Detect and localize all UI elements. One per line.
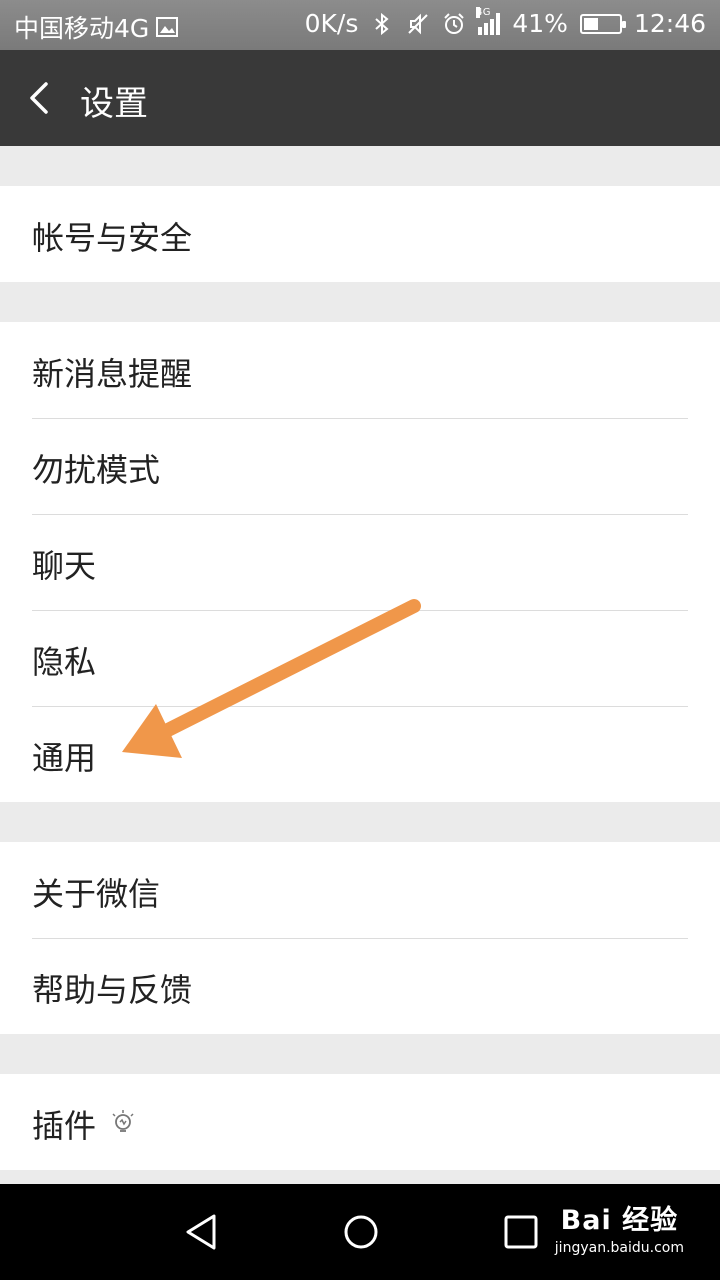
settings-group-account: 帐号与安全 xyxy=(0,186,720,282)
network-speed: 0K/s xyxy=(304,9,359,38)
lightbulb-icon xyxy=(112,1110,134,1132)
settings-group-main: 新消息提醒 勿扰模式 聊天 隐私 通用 xyxy=(0,322,720,802)
settings-item-label: 帐号与安全 xyxy=(32,219,193,257)
system-nav-bar: Bai 经验 jingyan.baidu.com xyxy=(0,1184,720,1280)
settings-item-account-security[interactable]: 帐号与安全 xyxy=(0,186,720,282)
settings-item-chat[interactable]: 聊天 xyxy=(0,514,720,610)
settings-item-label: 新消息提醒 xyxy=(32,355,193,393)
settings-item-plugins[interactable]: 插件 xyxy=(0,1074,720,1170)
settings-item-label: 插件 xyxy=(32,1107,97,1145)
watermark: Bai 经验 jingyan.baidu.com xyxy=(555,1198,684,1256)
bluetooth-icon xyxy=(375,12,389,35)
battery-icon xyxy=(579,13,626,34)
clock: 12:46 xyxy=(633,9,706,38)
back-chevron-icon[interactable] xyxy=(22,78,62,118)
page-title: 设置 xyxy=(80,84,148,124)
settings-item-privacy[interactable]: 隐私 xyxy=(0,610,720,706)
watermark-url: jingyan.baidu.com xyxy=(554,1240,684,1256)
recents-square-icon[interactable] xyxy=(501,1212,541,1252)
settings-item-label: 勿扰模式 xyxy=(32,451,161,489)
back-triangle-icon[interactable] xyxy=(182,1212,222,1252)
settings-item-label: 聊天 xyxy=(32,547,97,585)
watermark-logo-text: Bai 经验 xyxy=(560,1205,679,1236)
settings-group-about: 关于微信 帮助与反馈 xyxy=(0,842,720,1034)
settings-item-do-not-disturb[interactable]: 勿扰模式 xyxy=(0,418,720,514)
settings-item-label: 关于微信 xyxy=(32,875,161,913)
network-type-label: 4G xyxy=(476,6,491,18)
settings-item-general[interactable]: 通用 xyxy=(0,706,720,802)
settings-item-help-feedback[interactable]: 帮助与反馈 xyxy=(0,938,720,1034)
settings-item-label: 帮助与反馈 xyxy=(32,971,193,1009)
carrier-label: 中国移动4G xyxy=(14,14,150,43)
settings-item-about-wechat[interactable]: 关于微信 xyxy=(0,842,720,938)
home-circle-icon[interactable] xyxy=(341,1212,381,1252)
alarm-icon xyxy=(444,12,465,34)
status-bar: 中国移动4G 0K/s 4G 41% 12:46 xyxy=(0,0,720,50)
battery-percent: 41% xyxy=(512,9,568,38)
signal-icon: 4G xyxy=(476,6,501,35)
app-header: 设置 xyxy=(0,50,720,146)
battery-level-fill xyxy=(583,17,598,30)
image-icon xyxy=(156,17,179,37)
settings-item-label: 隐私 xyxy=(32,643,97,681)
settings-group-plugins: 插件 xyxy=(0,1074,720,1170)
settings-item-label: 通用 xyxy=(32,739,97,777)
mute-icon xyxy=(408,13,429,34)
settings-item-new-message-alerts[interactable]: 新消息提醒 xyxy=(0,322,720,418)
